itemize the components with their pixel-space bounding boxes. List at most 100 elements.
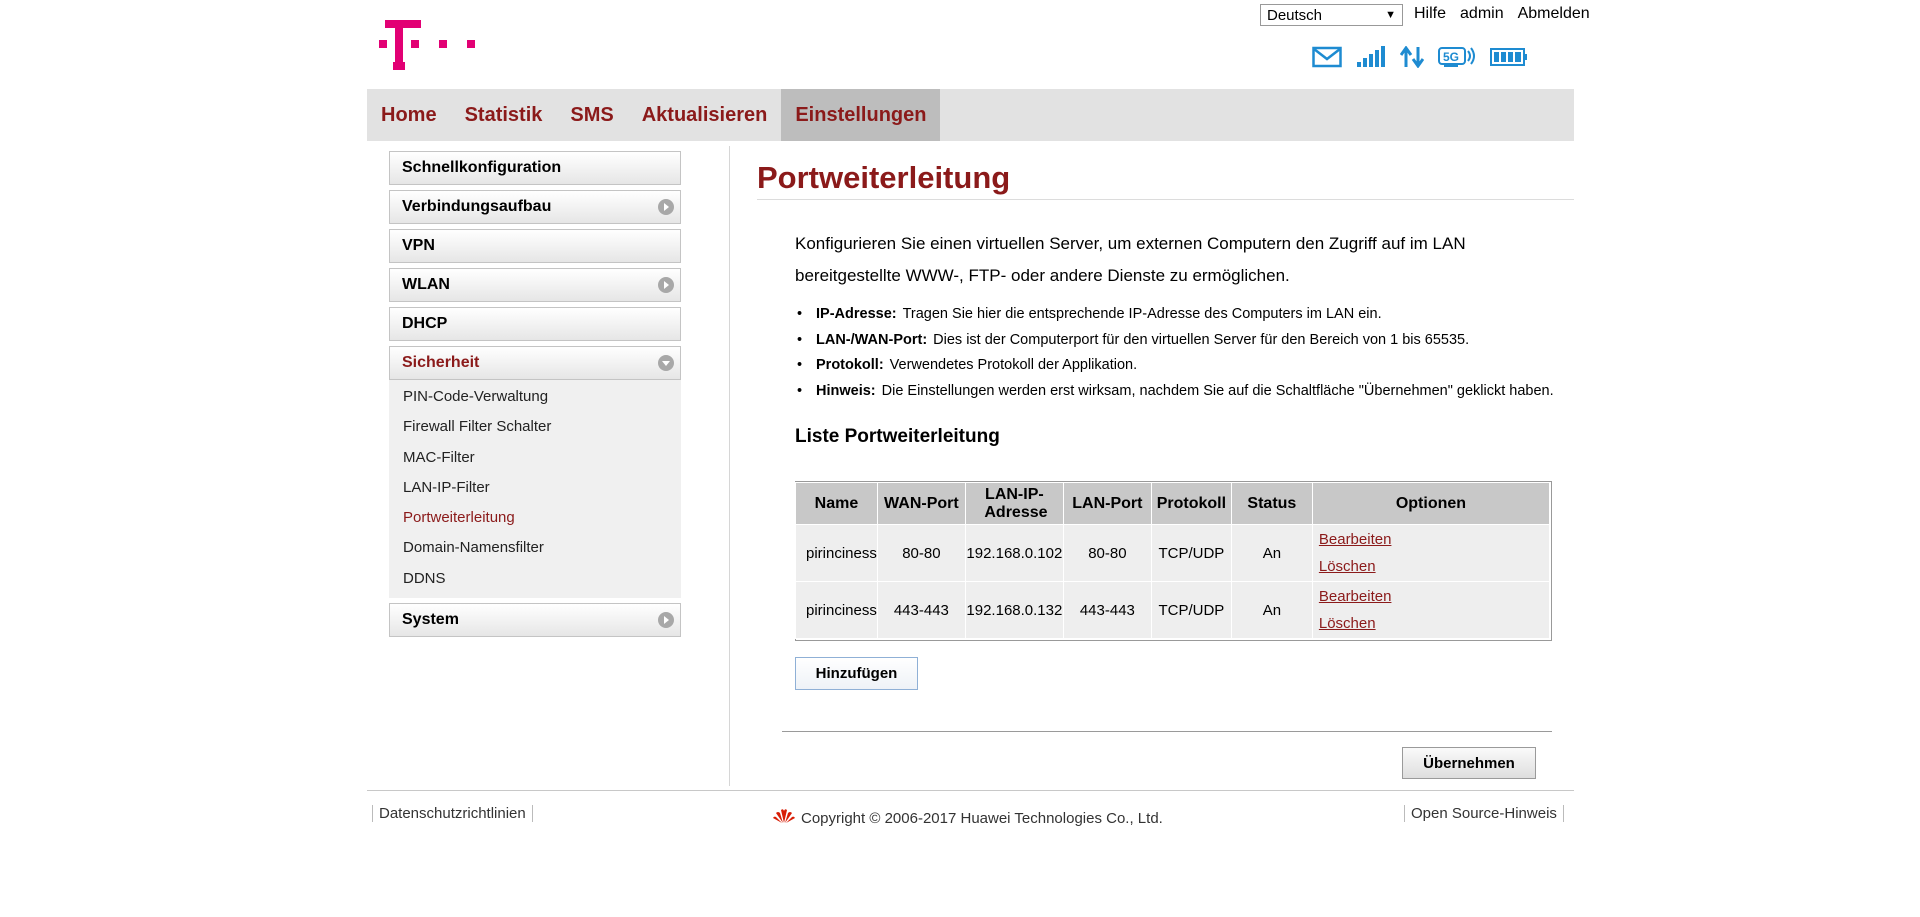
bullet-text: Verwendetes Protokoll der Applikation. xyxy=(889,357,1138,373)
header-lan-ip-label: LAN-IP-Adresse xyxy=(984,485,1048,521)
cell-lan-port: 443-443 xyxy=(1062,581,1152,639)
cell-status: An xyxy=(1230,581,1313,639)
sidebar-item-label: Schnellkonfiguration xyxy=(402,159,562,176)
table-row: pirinciness 80-80 192.168.0.102 80-80 TC… xyxy=(795,524,1551,582)
language-select[interactable]: Deutsch ▼ xyxy=(1260,4,1403,26)
sidebar-item-vpn[interactable]: VPN xyxy=(389,229,681,263)
language-select-value: Deutsch xyxy=(1267,6,1323,24)
cell-options: Bearbeiten Löschen xyxy=(1311,524,1551,582)
cell-lan-ip: 192.168.0.132 xyxy=(964,581,1064,639)
sidebar-item-label: Sicherheit xyxy=(402,354,480,371)
mail-icon[interactable] xyxy=(1312,46,1342,73)
sidebar-item-sicherheit[interactable]: Sicherheit xyxy=(389,346,681,380)
user-link[interactable]: admin xyxy=(1460,5,1504,23)
table-row: pirinciness 443-443 192.168.0.132 443-44… xyxy=(795,581,1551,639)
signal-strength-icon xyxy=(1356,46,1386,73)
cell-wan-port: 443-443 xyxy=(876,581,966,639)
bullet-text: Die Einstellungen werden erst wirksam, n… xyxy=(881,382,1554,399)
bullet-term: LAN-/WAN-Port: xyxy=(816,331,928,348)
chevron-down-icon xyxy=(658,355,674,371)
logout-link[interactable]: Abmelden xyxy=(1518,5,1590,23)
apply-button[interactable]: Übernehmen xyxy=(1402,747,1536,779)
settings-sidebar: Schnellkonfiguration Verbindungsaufbau V… xyxy=(389,151,681,642)
submenu-firewall-filter[interactable]: Firewall Filter Schalter xyxy=(389,412,681,442)
sicherheit-submenu: PIN-Code-Verwaltung Firewall Filter Scha… xyxy=(389,380,681,599)
edit-link[interactable]: Bearbeiten xyxy=(1319,588,1392,605)
bullet-term: IP-Adresse: xyxy=(816,306,897,322)
bullet-term: Hinweis: xyxy=(816,382,876,399)
cell-protocol: TCP/UDP xyxy=(1150,524,1232,582)
network-5g-icon: 5G xyxy=(1438,46,1476,73)
bullet-term: Protokoll: xyxy=(816,357,884,373)
list-title: Liste Portweiterleitung xyxy=(795,426,1000,447)
port-forwarding-table: Name WAN-Port LAN-IP-Adresse LAN-Port Pr… xyxy=(795,482,1551,639)
chevron-right-icon xyxy=(658,277,674,293)
cell-lan-port: 80-80 xyxy=(1062,524,1152,582)
sidebar-item-wlan[interactable]: WLAN xyxy=(389,268,681,302)
divider xyxy=(782,731,1552,732)
svg-text:5G: 5G xyxy=(1443,50,1459,64)
nav-aktualisieren[interactable]: Aktualisieren xyxy=(628,89,782,141)
submenu-lan-ip-filter[interactable]: LAN-IP-Filter xyxy=(389,473,681,503)
page-title: Portweiterleitung xyxy=(757,160,1574,200)
help-link[interactable]: Hilfe xyxy=(1414,5,1446,23)
chevron-right-icon xyxy=(658,199,674,215)
submenu-mac-filter[interactable]: MAC-Filter xyxy=(389,443,681,473)
privacy-link[interactable]: Datenschutzrichtlinien xyxy=(372,805,533,822)
main-content: Portweiterleitung Konfigurieren Sie eine… xyxy=(757,146,1574,779)
add-button[interactable]: Hinzufügen xyxy=(795,657,918,690)
open-source-link[interactable]: Open Source-Hinweis xyxy=(1404,805,1564,822)
chevron-down-icon: ▼ xyxy=(1385,9,1396,21)
copyright: Copyright © 2006-2017 Huawei Technologie… xyxy=(772,808,1163,828)
sidebar-item-label: VPN xyxy=(402,237,435,254)
bullet-text: Tragen Sie hier die entsprechende IP-Adr… xyxy=(902,306,1382,322)
content-divider xyxy=(729,146,730,786)
delete-link[interactable]: Löschen xyxy=(1319,558,1376,575)
nav-home[interactable]: Home xyxy=(367,89,451,141)
header-wan-port: WAN-Port xyxy=(876,482,966,525)
cell-options: Bearbeiten Löschen xyxy=(1311,581,1551,639)
sidebar-item-label: WLAN xyxy=(402,276,450,293)
intro-text: Konfigurieren Sie einen virtuellen Serve… xyxy=(795,234,1466,285)
copyright-text: Copyright © 2006-2017 Huawei Technologie… xyxy=(801,809,1163,827)
header-lan-ip: LAN-IP-Adresse xyxy=(964,482,1064,525)
submenu-ddns[interactable]: DDNS xyxy=(389,564,681,594)
bullet-protocol: Protokoll: Verwendetes Protokoll der Appl… xyxy=(795,353,1555,379)
sidebar-item-system[interactable]: System xyxy=(389,603,681,638)
cell-name: pirinciness xyxy=(795,524,878,582)
battery-icon xyxy=(1490,46,1528,73)
header-options: Optionen xyxy=(1311,482,1551,525)
sidebar-item-label: System xyxy=(402,611,459,629)
submenu-domain-filter[interactable]: Domain-Namensfilter xyxy=(389,533,681,563)
footer-divider xyxy=(367,790,1574,791)
cell-protocol: TCP/UDP xyxy=(1150,581,1232,639)
cell-status: An xyxy=(1230,524,1313,582)
sidebar-item-verbindungsaufbau[interactable]: Verbindungsaufbau xyxy=(389,190,681,224)
header-links: Hilfe admin Abmelden xyxy=(1414,5,1590,23)
sidebar-item-schnellkonfiguration[interactable]: Schnellkonfiguration xyxy=(389,151,681,185)
header-name: Name xyxy=(795,482,878,525)
main-nav: Home Statistik SMS Aktualisieren Einstel… xyxy=(367,89,1574,141)
nav-sms[interactable]: SMS xyxy=(556,89,627,141)
submenu-portweiterleitung[interactable]: Portweiterleitung xyxy=(389,503,681,533)
sidebar-item-label: Verbindungsaufbau xyxy=(402,198,552,215)
bullet-note: Hinweis: Die Einstellungen werden erst wi… xyxy=(795,379,1555,405)
submenu-pin-code[interactable]: PIN-Code-Verwaltung xyxy=(389,382,681,412)
bullet-text: Dies ist der Computerport für den virtue… xyxy=(933,331,1470,348)
sidebar-item-dhcp[interactable]: DHCP xyxy=(389,307,681,341)
bullet-ip-address: IP-Adresse: Tragen Sie hier die entsprech… xyxy=(795,302,1555,328)
edit-link[interactable]: Bearbeiten xyxy=(1319,531,1392,548)
router-admin-page: Deutsch ▼ Hilfe admin Abmelden 5G Home S… xyxy=(367,0,1590,917)
status-icons: 5G xyxy=(1312,45,1528,73)
header-protocol: Protokoll xyxy=(1150,482,1232,525)
delete-link[interactable]: Löschen xyxy=(1319,615,1376,632)
header-lan-port: LAN-Port xyxy=(1062,482,1152,525)
cell-name: pirinciness xyxy=(795,581,878,639)
bullet-port: LAN-/WAN-Port: Dies ist der Computerport … xyxy=(795,328,1555,354)
nav-einstellungen[interactable]: Einstellungen xyxy=(781,89,941,141)
help-bullets: IP-Adresse: Tragen Sie hier die entsprech… xyxy=(795,302,1555,404)
table-header-row: Name WAN-Port LAN-IP-Adresse LAN-Port Pr… xyxy=(795,482,1551,525)
telekom-logo[interactable] xyxy=(379,20,489,76)
nav-statistik[interactable]: Statistik xyxy=(451,89,557,141)
header-status: Status xyxy=(1230,482,1313,525)
